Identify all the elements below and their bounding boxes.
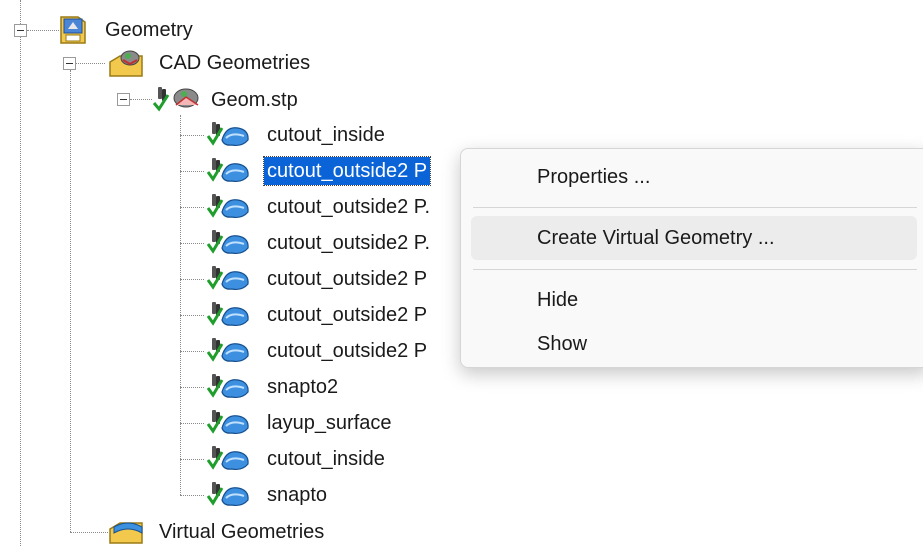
tree-connector	[180, 135, 204, 136]
tree-connector	[180, 171, 204, 172]
surface-part-icon	[206, 374, 249, 399]
tree-connector	[180, 115, 181, 495]
tree-node-part[interactable]: cutout_outside2 P.	[202, 226, 462, 260]
surface-part-icon	[206, 266, 249, 291]
tree-connector	[130, 99, 152, 100]
menu-separator	[473, 269, 917, 270]
tree-connector	[180, 279, 204, 280]
tree-connector	[27, 30, 59, 31]
surface-part-icon	[206, 410, 249, 435]
tree-node-label: snapto	[267, 484, 328, 506]
tree-node-part[interactable]: snapto	[202, 478, 462, 512]
tree-node-label: CAD Geometries	[159, 52, 311, 74]
tree-node-part[interactable]: cutout_inside	[202, 442, 462, 476]
tree-node-geom-stp[interactable]: Geom.stp	[150, 83, 350, 117]
tree-node-part[interactable]: snapto2	[202, 370, 462, 404]
surface-part-icon	[206, 482, 249, 507]
cad-geometries-icon	[109, 50, 143, 77]
tree-node-virtual-geometries[interactable]: Virtual Geometries	[108, 515, 368, 549]
menu-item-label: Hide	[537, 289, 579, 311]
menu-item-show[interactable]: Show	[471, 322, 917, 366]
surface-part-icon	[206, 338, 249, 363]
context-menu: Properties ... Create Virtual Geometry .…	[460, 148, 923, 368]
tree-node-label: Geom.stp	[211, 89, 298, 111]
step-file-icon	[152, 87, 199, 112]
surface-part-icon	[206, 230, 249, 255]
tree-node-geometry[interactable]: Geometry	[58, 13, 218, 47]
tree-connector	[180, 495, 204, 496]
tree-node-label: cutout_outside2 P.	[267, 196, 431, 218]
tree-connector	[180, 243, 204, 244]
tree-node-label: cutout_outside2 P	[267, 304, 428, 326]
menu-item-label: Properties ...	[537, 166, 651, 188]
tree-node-label: Geometry	[105, 19, 193, 41]
menu-item-properties[interactable]: Properties ...	[471, 155, 917, 199]
surface-part-icon	[206, 158, 249, 183]
tree-connector	[70, 532, 108, 533]
tree-node-label: cutout_outside2 P	[262, 156, 432, 186]
tree-connector	[180, 387, 204, 388]
tree-node-label: snapto2	[267, 376, 339, 398]
collapse-toggle[interactable]	[117, 93, 130, 106]
tree-connector	[180, 351, 204, 352]
tree-node-label: cutout_inside	[267, 448, 385, 470]
tree-node-label: cutout_outside2 P	[267, 340, 428, 362]
tree-node-part[interactable]: cutout_outside2 P	[202, 298, 462, 332]
surface-part-icon	[206, 446, 249, 471]
tree-node-cad-geometries[interactable]: CAD Geometries	[108, 46, 348, 80]
tree-node-part[interactable]: layup_surface	[202, 406, 462, 440]
tree-node-label: cutout_inside	[267, 124, 385, 146]
menu-item-label: Create Virtual Geometry ...	[537, 227, 775, 249]
tree-node-part[interactable]: cutout_inside	[202, 118, 462, 152]
tree-connector	[20, 0, 21, 546]
menu-separator	[473, 207, 917, 208]
tree-connector	[180, 423, 204, 424]
menu-item-label: Show	[537, 333, 588, 355]
virtual-geometries-icon	[109, 522, 143, 544]
surface-part-icon	[206, 302, 249, 327]
tree-node-label: cutout_outside2 P	[267, 268, 428, 290]
tree-node-part[interactable]: cutout_outside2 P.	[202, 190, 462, 224]
tree-node-label: Virtual Geometries	[159, 521, 325, 543]
collapse-toggle[interactable]	[63, 57, 76, 70]
tree-node-part[interactable]: cutout_outside2 P	[202, 154, 462, 188]
tree-node-label: layup_surface	[267, 412, 392, 434]
menu-item-create-virtual-geometry[interactable]: Create Virtual Geometry ...	[471, 216, 917, 260]
tree-connector	[70, 70, 71, 532]
tree-node-label: cutout_outside2 P.	[267, 232, 431, 254]
tree-connector	[180, 207, 204, 208]
geometry-folder-icon	[60, 16, 86, 44]
tree-connector	[180, 459, 204, 460]
collapse-toggle[interactable]	[14, 24, 27, 37]
tree-node-part[interactable]: cutout_outside2 P	[202, 262, 462, 296]
tree-node-part[interactable]: cutout_outside2 P	[202, 334, 462, 368]
surface-part-icon	[206, 194, 249, 219]
surface-part-icon	[206, 122, 249, 147]
tree-connector	[180, 315, 204, 316]
tree-connector	[75, 63, 105, 64]
menu-item-hide[interactable]: Hide	[471, 278, 917, 322]
